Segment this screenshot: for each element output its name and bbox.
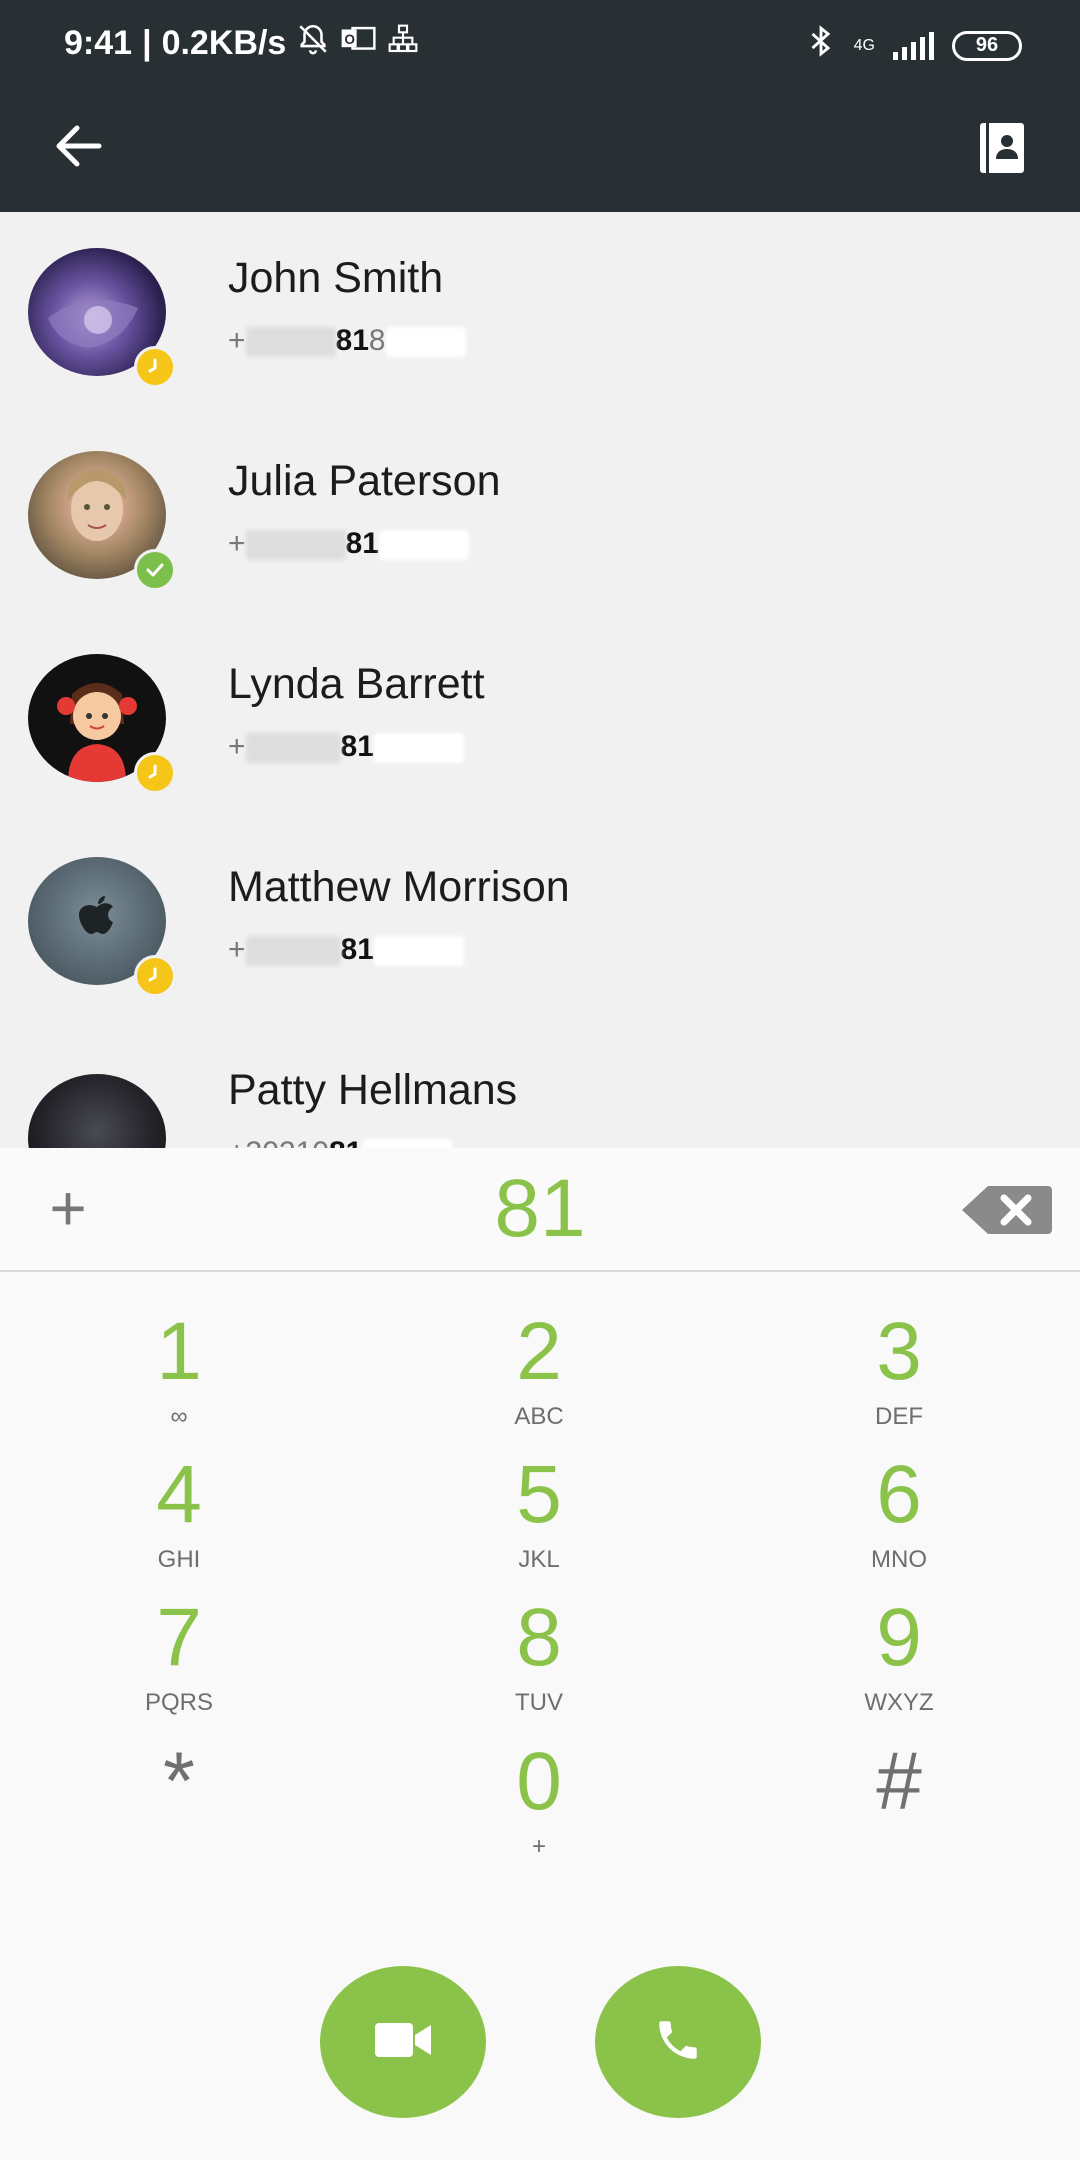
key-6[interactable]: 6 MNO [749,1447,1049,1590]
video-camera-icon [373,2019,433,2066]
key-hash[interactable]: # [749,1734,1049,1877]
svg-text:O: O [345,32,356,47]
network-tree-icon [386,23,420,63]
key-7[interactable]: 7 PQRS [29,1590,329,1733]
phone-icon [653,2015,703,2070]
contact-suggestions-list[interactable]: John Smith +818 Julia Paterson +81 Lynda… [0,212,1080,1148]
key-8[interactable]: 8 TUV [389,1590,689,1733]
contact-number: +81 [228,730,464,764]
backspace-button[interactable] [958,1180,1054,1240]
contacts-book-button[interactable] [964,112,1040,188]
status-left: 9:41 | 0.2KB/s O [64,22,420,64]
key-star[interactable]: * [29,1734,329,1877]
contact-number: +81 [228,527,469,561]
arrow-left-icon [53,119,103,181]
voice-call-button[interactable] [595,1966,761,2118]
contact-name: Matthew Morrison [228,863,570,911]
back-button[interactable] [40,112,116,188]
contact-item[interactable]: John Smith +818 [0,212,1080,415]
voicemail-icon: ∞ [170,1403,188,1430]
dial-input-row: + 81 [0,1148,1080,1272]
contact-name: John Smith [228,254,444,302]
contacts-book-icon [978,121,1026,180]
key-4[interactable]: 4 GHI [29,1447,329,1590]
bluetooth-icon [806,24,836,67]
key-1[interactable]: 1 ∞ [29,1304,329,1447]
online-status-icon [134,549,176,591]
away-status-icon [134,752,176,794]
key-5[interactable]: 5 JKL [389,1447,689,1590]
network-type: 4G [853,36,875,54]
key-0[interactable]: 0 + [389,1734,689,1877]
backspace-icon [958,1186,1054,1244]
contact-item[interactable]: Lynda Barrett +81 [0,618,1080,821]
outlook-icon: O [340,24,376,62]
contact-name: Julia Paterson [228,457,501,505]
contact-number: +3021081 [228,1136,453,1148]
battery-icon: 96 [952,30,1022,61]
contact-item[interactable]: Patty Hellmans +3021081 [0,1024,1080,1148]
signal-icon [893,31,934,60]
contact-number: +818 [228,324,466,358]
status-time: 9:41 [64,23,133,62]
avatar [28,1074,166,1148]
mute-bell-icon [296,22,330,64]
contact-item[interactable]: Matthew Morrison +81 [0,821,1080,1024]
away-status-icon [134,955,176,997]
dialed-number[interactable]: 81 [0,1162,1080,1256]
contact-item[interactable]: Julia Paterson +81 [0,415,1080,618]
status-right: 4G 96 [806,24,1022,67]
key-2[interactable]: 2 ABC [389,1304,689,1447]
contact-name: Lynda Barrett [228,660,485,708]
key-9[interactable]: 9 WXYZ [749,1590,1049,1733]
app-bar [0,90,1080,212]
contact-name: Patty Hellmans [228,1066,518,1114]
video-call-button[interactable] [320,1966,486,2118]
keypad: 1 ∞ 2 ABC 3 DEF 4 GHI 5 JKL 6 MNO 7 PQRS… [0,1274,1080,2160]
contact-number: +81 [228,933,464,967]
key-3[interactable]: 3 DEF [749,1304,1049,1447]
status-speed: 0.2KB/s [161,23,287,62]
away-status-icon [134,346,176,388]
status-bar: 9:41 | 0.2KB/s O 4G 96 [0,0,1080,90]
